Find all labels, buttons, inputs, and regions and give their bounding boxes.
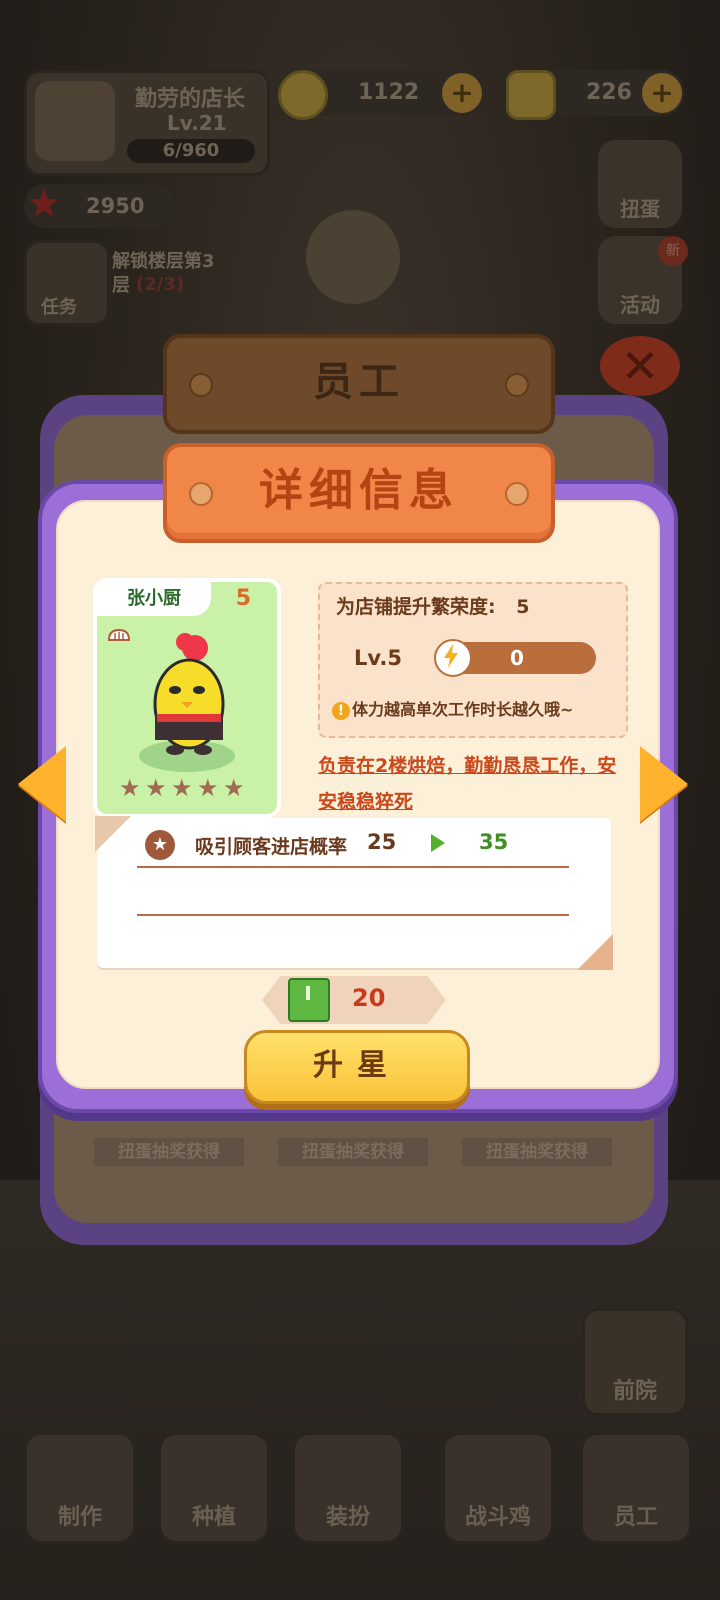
prosperity-value: 5 [516, 596, 530, 618]
add-coin-icon[interactable]: + [442, 73, 482, 113]
upgrade-cost-value: 20 [352, 984, 386, 1012]
front-yard-label: 前院 [612, 1379, 657, 1404]
panel-corner [95, 816, 131, 852]
prosperity-row: 为店铺提升繁荣度: 5 [336, 592, 529, 619]
star-icon: ★ [197, 774, 219, 802]
new-badge: 新 [658, 236, 688, 266]
next-staff-arrow-icon[interactable] [640, 746, 688, 822]
nail-icon [189, 482, 213, 506]
player-level: Lv.21 [167, 111, 227, 135]
event-button[interactable]: 活动 新 [598, 236, 688, 324]
coin-counter: 1122 + [278, 70, 484, 120]
event-label: 活动 [620, 293, 660, 317]
info-icon: ! [332, 701, 350, 720]
staff-level: Lv.5 [354, 646, 402, 670]
skill-next-value: 35 [479, 830, 509, 854]
divider [137, 866, 569, 868]
staff-title-plank: 员工 [163, 334, 555, 434]
nav-staff-label: 员工 [613, 1505, 658, 1530]
star-icon: ★ [145, 774, 167, 802]
skill-name: 吸引顾客进店概率 [195, 836, 348, 858]
gem-value: 226 [586, 80, 632, 105]
lock-icon [306, 210, 400, 304]
add-gem-icon[interactable]: + [642, 73, 682, 113]
gacha-button[interactable]: 扭蛋 [598, 140, 682, 228]
player-name: 勤劳的店长 [135, 87, 246, 112]
character-star-rating: ★ ★ ★ ★ ★ [119, 774, 245, 802]
nav-make[interactable]: 制作 [24, 1432, 136, 1544]
character-card: 张小厨 5 ★ ★ ★ ★ ★ [93, 578, 281, 818]
player-info-panel[interactable]: 勤劳的店长 Lv.21 6/960 [24, 70, 270, 176]
star-icon: ★ [119, 774, 141, 802]
avatar [35, 81, 115, 161]
arrow-right-icon [431, 834, 445, 852]
obtain-label: 扭蛋抽奖获得 [278, 1138, 428, 1166]
character-name: 张小厨 [97, 582, 211, 616]
red-star-icon: ★ [26, 181, 62, 227]
detail-title: 详细信息 [259, 465, 459, 516]
nail-icon [505, 482, 529, 506]
gacha-label: 扭蛋 [620, 197, 660, 221]
nav-plant-label: 种植 [191, 1505, 236, 1530]
gem-icon [506, 70, 556, 120]
task-progress: (2/3) [136, 274, 185, 295]
staff-description: 负责在2楼烘焙，勤勤恳恳工作，安安稳稳猝死 [318, 755, 617, 813]
previous-staff-arrow-icon[interactable] [18, 746, 66, 822]
detail-title-plank: 详细信息 [163, 443, 555, 543]
skill-star-icon: ★ [145, 830, 175, 860]
nav-battle-chicken-label: 战斗鸡 [464, 1505, 531, 1530]
nav-plant[interactable]: 种植 [158, 1432, 270, 1544]
character-level: 5 [235, 586, 251, 611]
energy-bar: 0 [434, 639, 596, 677]
nav-staff[interactable]: 员工 [580, 1432, 692, 1544]
gem-counter: 226 + [506, 70, 684, 120]
energy-value: 0 [510, 646, 524, 670]
task-label: 任务 [41, 297, 77, 318]
star-value: 2950 [86, 194, 145, 218]
skill-panel: ★ 吸引顾客进店概率 25 35 [95, 816, 613, 970]
nav-dress[interactable]: 装扮 [292, 1432, 404, 1544]
energy-hint: ! 体力越高单次工作时长越久哦~ [332, 696, 573, 720]
obtain-label: 扭蛋抽奖获得 [94, 1138, 244, 1166]
nav-dress-label: 装扮 [325, 1505, 370, 1530]
task-button[interactable]: 任务 [24, 240, 110, 326]
chef-chick-character [139, 633, 235, 772]
star-icon: ★ [171, 774, 193, 802]
prosperity-label: 为店铺提升繁荣度: [336, 596, 496, 618]
nail-icon [189, 373, 213, 397]
coin-icon [278, 70, 328, 120]
skill-current-value: 25 [367, 830, 397, 854]
upgrade-star-button[interactable]: 升星 [244, 1030, 470, 1104]
green-book-icon [288, 978, 330, 1022]
star-counter: ★ 2950 [24, 181, 174, 228]
coin-value: 1122 [358, 80, 420, 105]
staff-title: 员工 [313, 359, 405, 405]
staff-stats-box: 为店铺提升繁荣度: 5 Lv.5 0 ! 体力越高单次工作时长越久哦~ [318, 582, 628, 738]
nail-icon [505, 373, 529, 397]
exp-progress: 6/960 [162, 140, 220, 161]
close-button[interactable]: ✕ [600, 336, 680, 396]
nav-battle-chicken[interactable]: 战斗鸡 [442, 1432, 554, 1544]
star-icon: ★ [223, 774, 245, 802]
divider [137, 914, 569, 916]
panel-corner [577, 934, 613, 970]
nav-make-label: 制作 [57, 1505, 102, 1530]
obtain-label: 扭蛋抽奖获得 [462, 1138, 612, 1166]
front-yard-button[interactable]: 前院 [582, 1308, 688, 1416]
energy-hint-text: 体力越高单次工作时长越久哦~ [352, 700, 574, 719]
